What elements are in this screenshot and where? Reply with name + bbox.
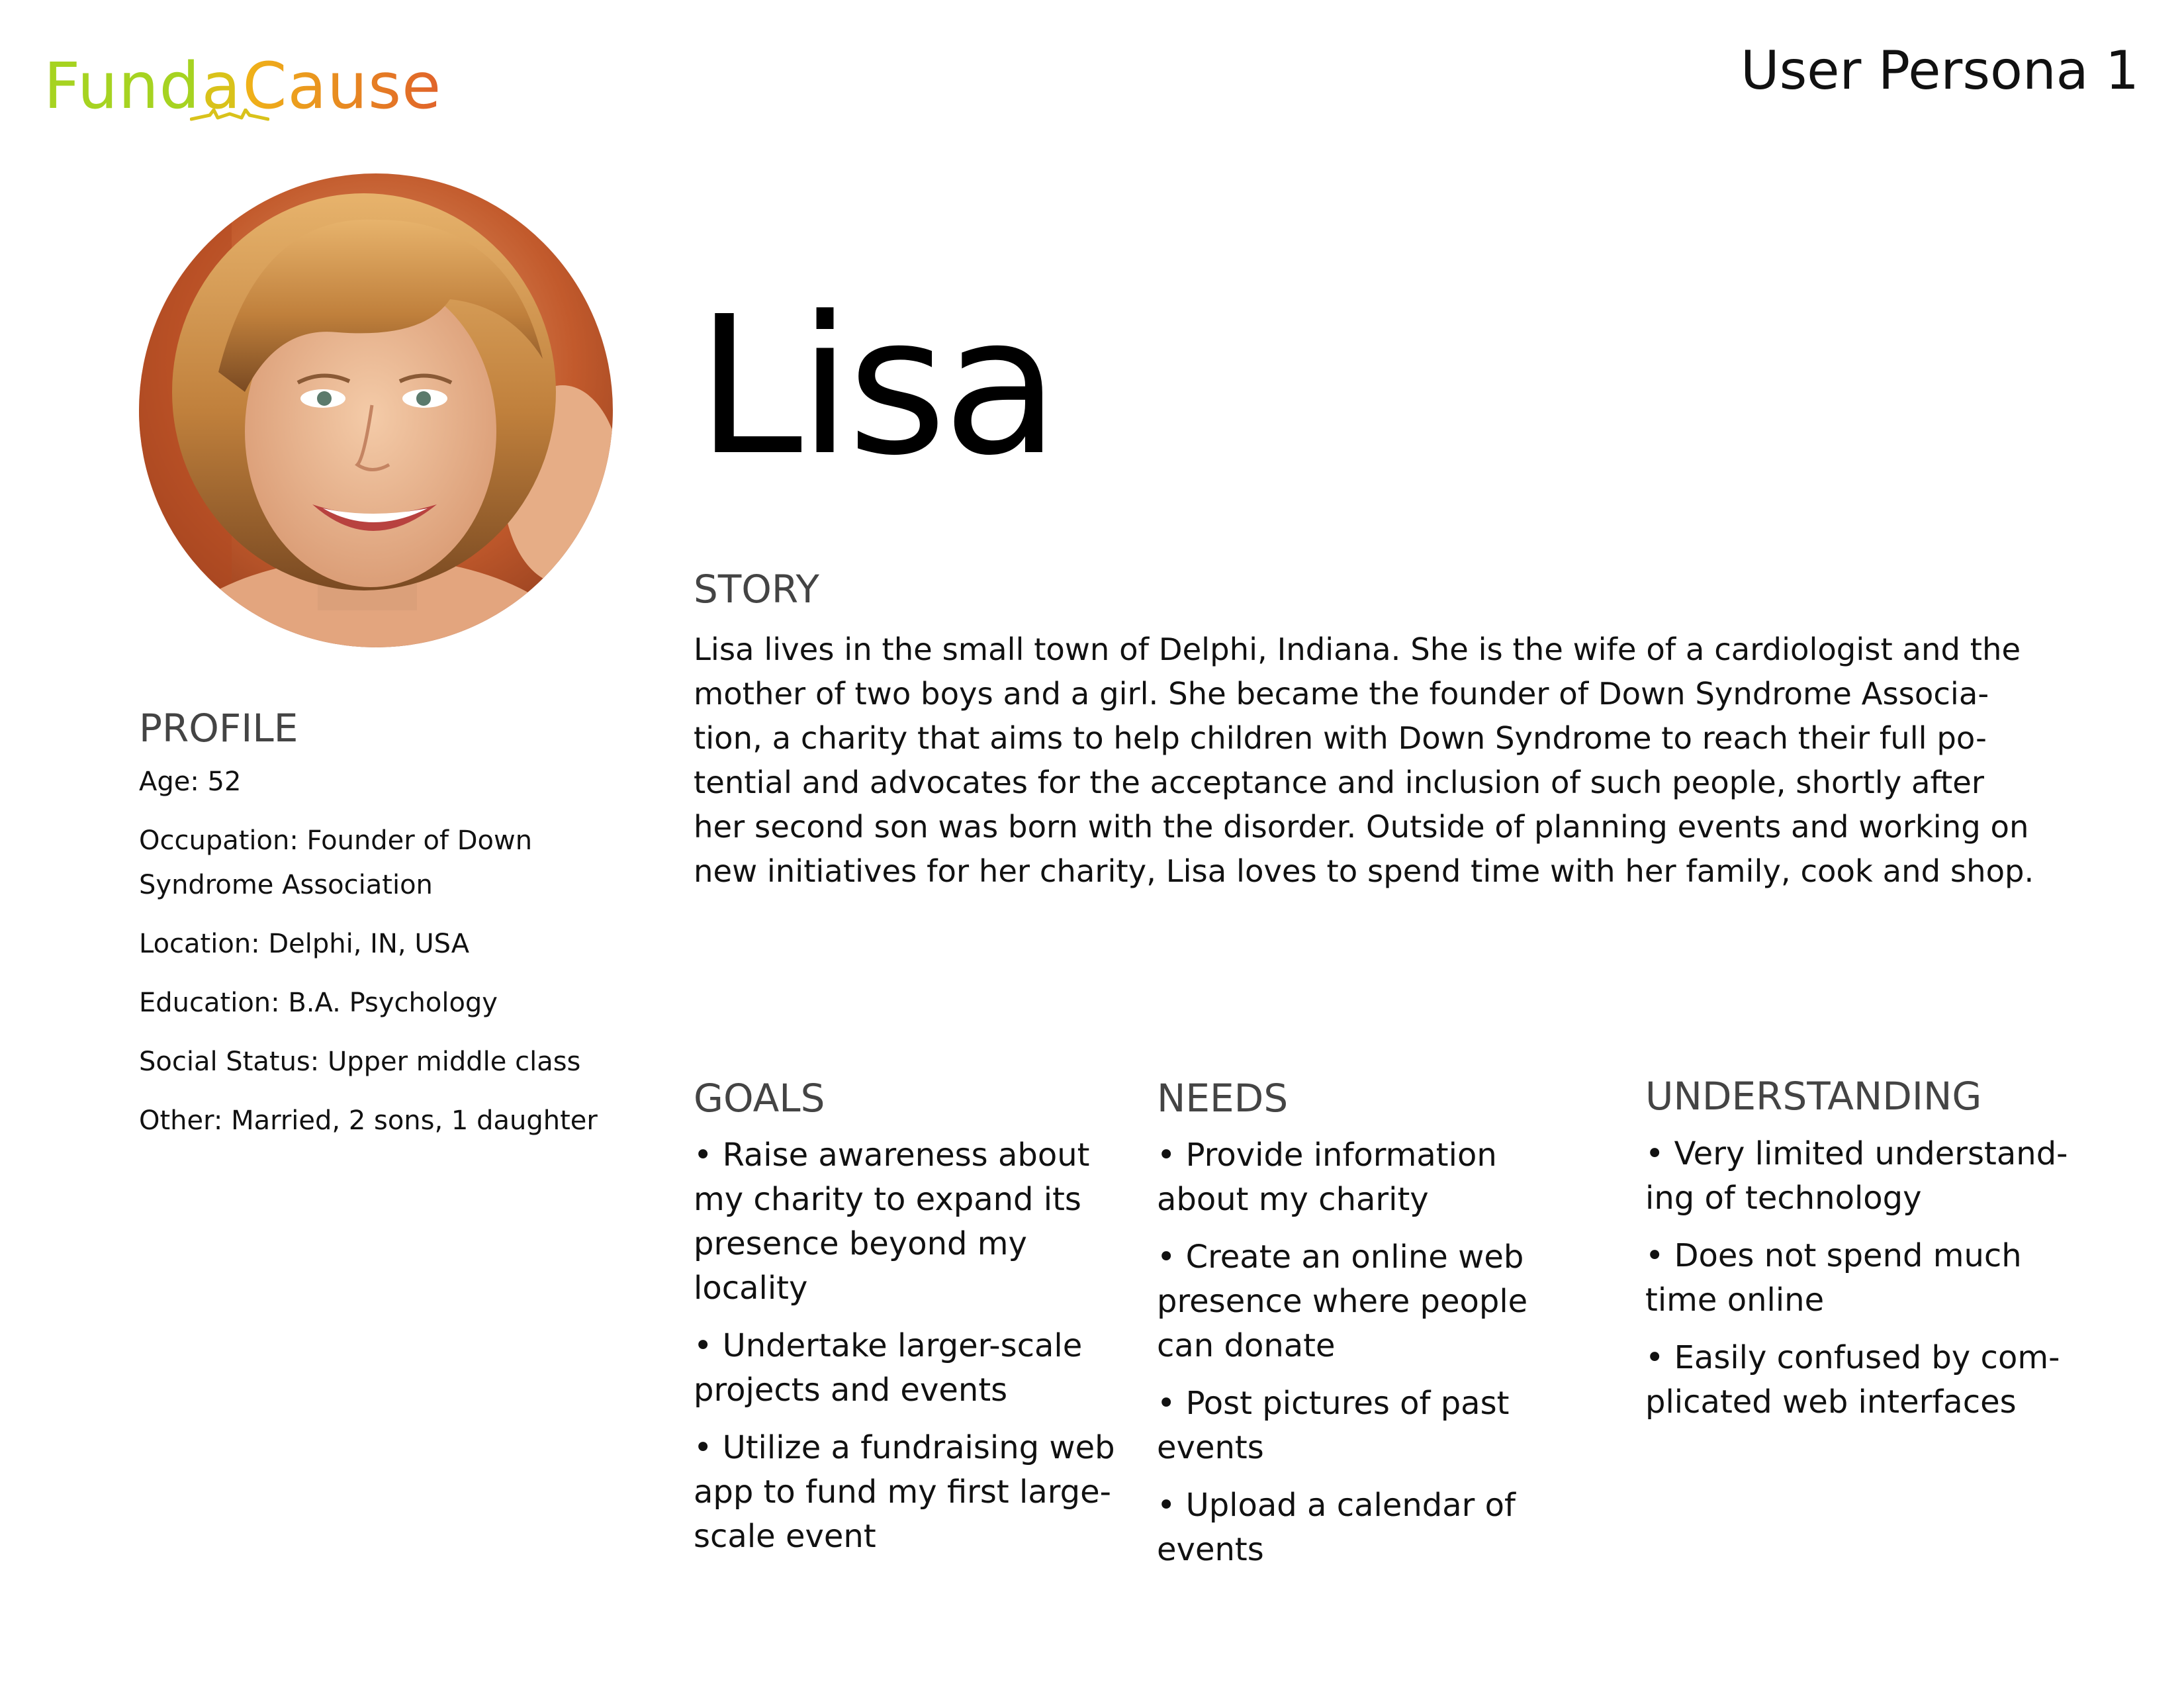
understanding-heading: UNDERSTANDING bbox=[1645, 1074, 1982, 1119]
logo-word-cause: Cause bbox=[242, 49, 442, 123]
understanding-item: • Does not spend much time online bbox=[1645, 1237, 2022, 1319]
understanding-list: • Very limited understand-ing of technol… bbox=[1645, 1132, 2095, 1438]
logo-word-a: a bbox=[189, 54, 269, 121]
profile-social-status: Social Status: Upper middle class bbox=[139, 1047, 581, 1077]
persona-name: Lisa bbox=[696, 275, 1060, 497]
story-text: Lisa lives in the small town of Delphi, … bbox=[694, 628, 2130, 894]
persona-number-title: User Persona 1 bbox=[1741, 40, 2139, 101]
story-line: Lisa lives in the small town of Delphi, … bbox=[694, 632, 2021, 667]
goals-heading: GOALS bbox=[694, 1076, 825, 1121]
profile-heading: PROFILE bbox=[139, 706, 298, 751]
persona-avatar bbox=[139, 173, 613, 647]
profile-age: Age: 52 bbox=[139, 767, 242, 797]
goals-list: • Raise awareness about my charity to ex… bbox=[694, 1133, 1130, 1572]
story-heading: STORY bbox=[694, 567, 819, 612]
goal-item: • Utilize a fundraising web app to fund … bbox=[694, 1429, 1115, 1555]
story-line: new initiatives for her charity, Lisa lo… bbox=[694, 853, 2034, 889]
goal-item: • Undertake larger-scale projects and ev… bbox=[694, 1327, 1083, 1409]
need-item: • Upload a calendar of events bbox=[1157, 1487, 1516, 1568]
need-item: • Provide information about my charity bbox=[1157, 1137, 1497, 1218]
story-line: tential and advocates for the acceptance… bbox=[694, 765, 1985, 800]
goal-item: • Raise awareness about my charity to ex… bbox=[694, 1137, 1090, 1307]
need-item: • Create an online web presence where pe… bbox=[1157, 1239, 1528, 1364]
avatar-portrait-illustration bbox=[139, 173, 613, 647]
profile-other: Other: Married, 2 sons, 1 daughter bbox=[139, 1105, 598, 1136]
understanding-item: • Very limited understand-ing of technol… bbox=[1645, 1135, 2068, 1217]
needs-list: • Provide information about my charity •… bbox=[1157, 1133, 1567, 1585]
story-line: mother of two boys and a girl. She becam… bbox=[694, 676, 1989, 712]
brand-logo: Fund a Cause bbox=[44, 32, 442, 123]
understanding-item: • Easily confused by com-plicated web in… bbox=[1645, 1339, 2060, 1421]
profile-list: Age: 52 Occupation: Founder of Down Synd… bbox=[139, 760, 642, 1158]
need-item: • Post pictures of past events bbox=[1157, 1385, 1510, 1466]
profile-occupation: Occupation: Founder of Down Syndrome Ass… bbox=[139, 825, 533, 900]
profile-location: Location: Delphi, IN, USA bbox=[139, 929, 470, 959]
needs-heading: NEEDS bbox=[1157, 1076, 1289, 1121]
story-line: tion, a charity that aims to help childr… bbox=[694, 720, 1987, 756]
story-line: her second son was born with the disorde… bbox=[694, 809, 2029, 845]
logo-word-fund: Fund bbox=[44, 49, 201, 123]
profile-education: Education: B.A. Psychology bbox=[139, 988, 498, 1018]
